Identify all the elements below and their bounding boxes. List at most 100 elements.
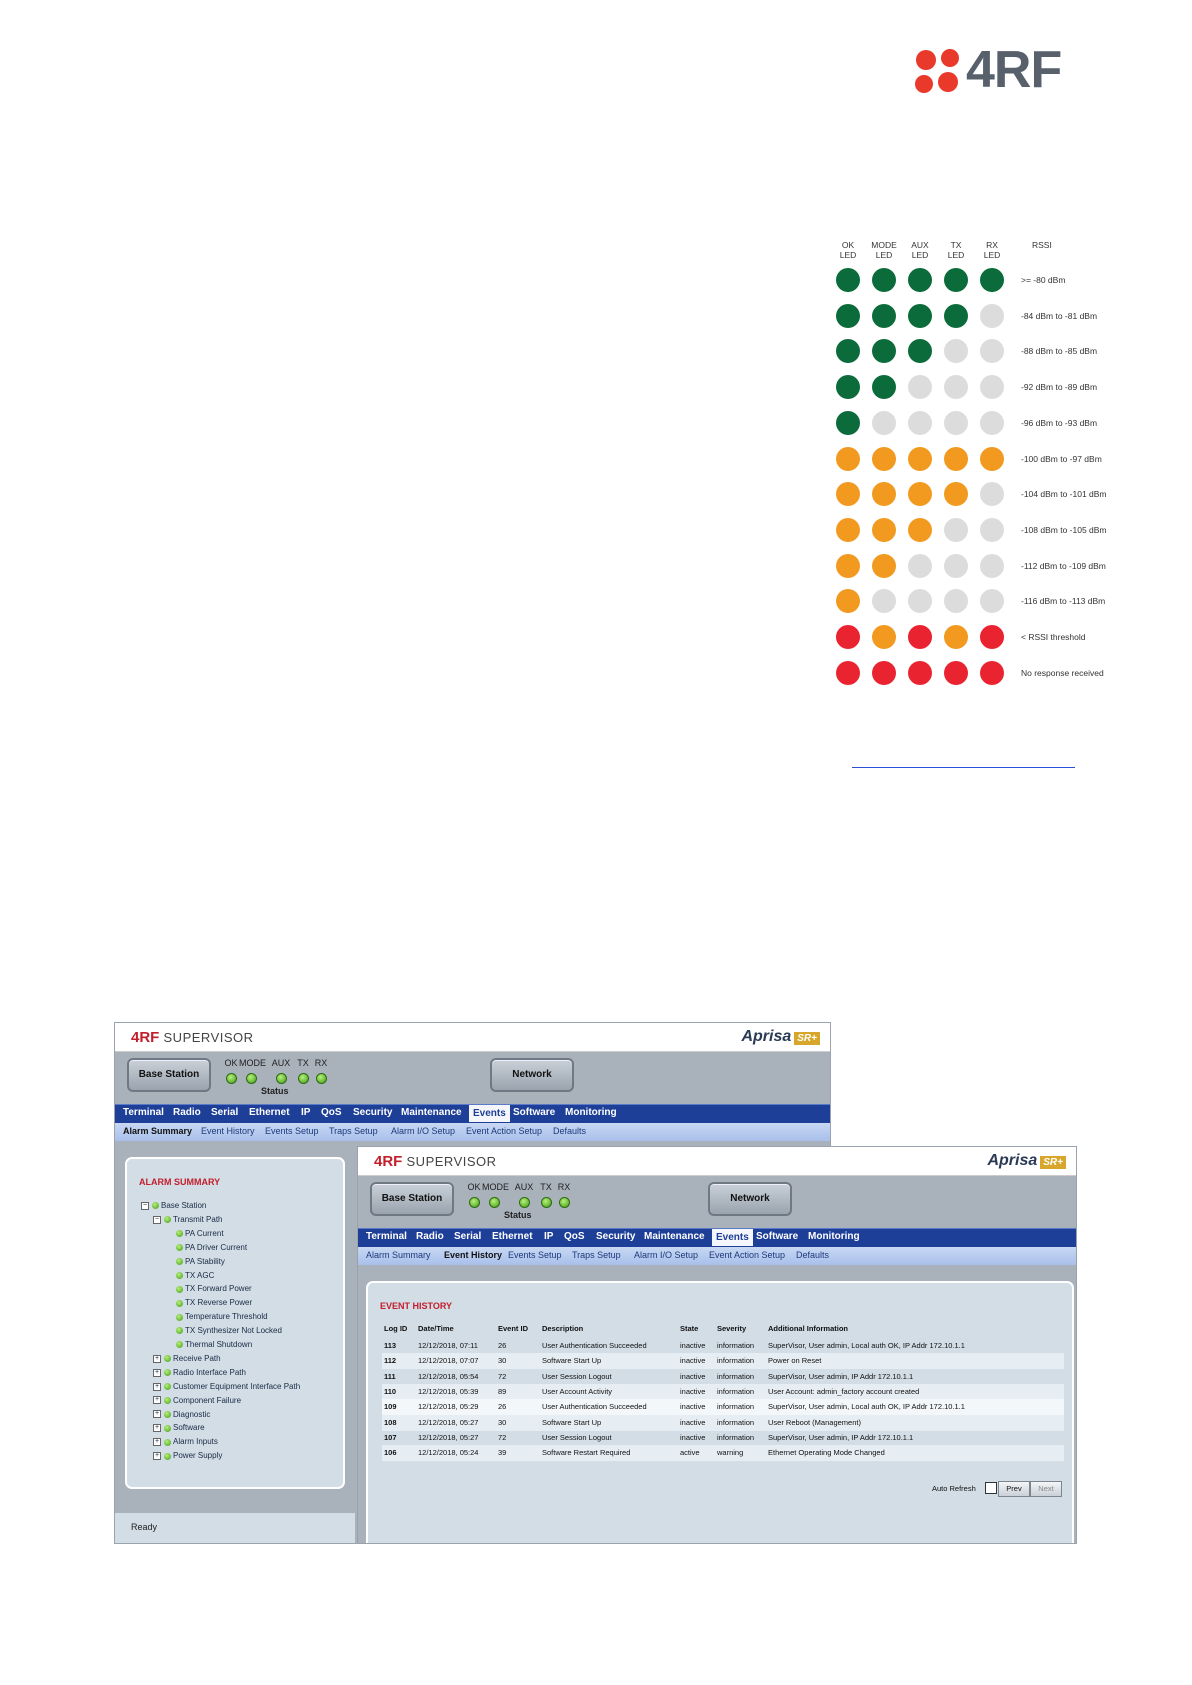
table-row[interactable]: 110 12/12/2018, 05:39 89 User Account Activ… [382,1383,1064,1400]
network-button[interactable]: Network [708,1182,792,1216]
table-row[interactable]: 113 12/12/2018, 07:11 26 User Authenticatio… [382,1338,1064,1354]
tree-node[interactable]: + Alarm Inputs [153,1435,218,1448]
alarm-ok-icon [176,1257,183,1265]
submenu-event-history[interactable]: Event History [201,1126,255,1136]
menu-serial[interactable]: Serial [454,1231,481,1242]
tree-toggle-icon[interactable]: + [153,1410,161,1419]
menu-terminal[interactable]: Terminal [123,1107,164,1118]
cell: SuperVisor, User admin, IP Addr 172.10.1… [768,1371,914,1381]
table-row[interactable]: 108 12/12/2018, 05:27 30 Software Start Up i… [382,1414,1064,1431]
table-row[interactable]: 111 12/12/2018, 05:54 72 User Session Logou… [382,1369,1064,1385]
submenu-alarm-i-o-setup[interactable]: Alarm I/O Setup [391,1126,455,1136]
submenu-alarm-summary[interactable]: Alarm Summary [123,1126,192,1136]
tree-node[interactable]: + Receive Path [153,1352,221,1365]
submenu-event-action-setup[interactable]: Event Action Setup [709,1250,785,1260]
tree-node[interactable]: + Component Failure [153,1394,241,1407]
menu-ethernet[interactable]: Ethernet [249,1107,290,1118]
alarm-ok-icon [176,1230,183,1238]
menu-ip[interactable]: IP [301,1107,310,1118]
tree-node[interactable]: TX Synthesizer Not Locked [165,1324,282,1337]
table-row[interactable]: 106 12/12/2018, 05:24 39 Software Restart R… [382,1445,1064,1462]
menu-qos[interactable]: QoS [564,1231,585,1242]
menu-ip[interactable]: IP [544,1231,553,1242]
menu-maintenance[interactable]: Maintenance [644,1231,705,1242]
base-station-button[interactable]: Base Station [127,1058,211,1092]
tree-node-label: Radio Interface Path [173,1367,246,1377]
tree-node[interactable]: PA Current [165,1227,224,1240]
tree-node-label: Diagnostic [173,1409,211,1419]
tree-node[interactable]: + Diagnostic [153,1408,210,1421]
cell: 12/12/2018, 07:11 [418,1341,478,1350]
submenu-event-action-setup[interactable]: Event Action Setup [466,1126,542,1136]
menu-terminal[interactable]: Terminal [366,1231,407,1242]
menu-monitoring[interactable]: Monitoring [565,1107,617,1118]
event-history-panel: EVENT HISTORY Log ID Date/Time Event ID Des… [366,1281,1074,1543]
tree-toggle-icon[interactable]: − [141,1201,149,1210]
submenu-defaults[interactable]: Defaults [796,1250,829,1260]
menu-monitoring[interactable]: Monitoring [808,1231,860,1242]
led-row: -116 dBm to -113 dBm [832,589,1132,623]
tree-toggle-icon[interactable]: + [153,1368,161,1377]
tree-node[interactable]: − Transmit Path [153,1213,223,1226]
tree-toggle-icon[interactable]: − [153,1215,161,1224]
submenu-traps-setup[interactable]: Traps Setup [572,1250,621,1260]
tree-toggle-icon[interactable]: + [153,1354,161,1363]
rssi-label: < RSSI threshold [1021,632,1086,642]
tree-node[interactable]: − Base Station [141,1199,206,1212]
led-row: -84 dBm to -81 dBm [832,303,1132,338]
cell: Additional Information [768,1324,848,1333]
tree-node[interactable]: Thermal Shutdown [165,1338,252,1351]
table-row[interactable]: 112 12/12/2018, 07:07 30 Software Start Up i… [382,1353,1064,1370]
tree-node-label: Power Supply [173,1451,223,1461]
tree-toggle-icon[interactable]: + [153,1452,161,1461]
submenu-alarm-i-o-setup[interactable]: Alarm I/O Setup [634,1250,698,1260]
submenu-alarm-summary[interactable]: Alarm Summary [366,1250,431,1260]
menu-security[interactable]: Security [596,1231,635,1242]
network-button[interactable]: Network [490,1058,574,1092]
top-bar: Base Station OK MODE AUX TX RX Status Network [115,1052,830,1104]
table-row[interactable]: 107 12/12/2018, 05:27 72 User Session Logou… [382,1430,1064,1446]
submenu-events-setup[interactable]: Events Setup [508,1250,562,1260]
led-orange [944,446,968,471]
hyperlink-underline[interactable] [852,767,1075,768]
menu-maintenance[interactable]: Maintenance [401,1107,462,1118]
tree-node[interactable]: TX Reverse Power [165,1296,252,1309]
submenu-events-setup[interactable]: Events Setup [265,1126,319,1136]
menu-ethernet[interactable]: Ethernet [492,1231,533,1242]
tree-node[interactable]: TX Forward Power [165,1282,252,1295]
tree-node[interactable]: + Radio Interface Path [153,1366,246,1379]
tree-toggle-icon[interactable]: + [153,1396,161,1405]
menu-qos[interactable]: QoS [321,1107,342,1118]
submenu-event-history[interactable]: Event History [444,1250,502,1260]
menu-serial[interactable]: Serial [211,1107,238,1118]
menu-radio[interactable]: Radio [416,1231,444,1242]
led-off [980,410,1004,435]
next-button[interactable]: Next [1030,1481,1062,1497]
menu-software[interactable]: Software [756,1231,798,1242]
menu-events[interactable]: Events [712,1229,753,1246]
led-row: -88 dBm to -85 dBm [832,339,1132,373]
menu-security[interactable]: Security [353,1107,392,1118]
submenu-defaults[interactable]: Defaults [553,1126,586,1136]
submenu-traps-setup[interactable]: Traps Setup [329,1126,378,1136]
tree-toggle-icon[interactable]: + [153,1382,161,1391]
tree-node[interactable]: + Power Supply [153,1449,222,1462]
table-row[interactable]: 109 12/12/2018, 05:29 26 User Authenticatio… [382,1399,1064,1416]
auto-refresh-checkbox[interactable] [985,1482,997,1494]
tree-node[interactable]: + Customer Equipment Interface Path [153,1380,300,1393]
tree-toggle-icon[interactable]: + [153,1438,161,1447]
tree-node[interactable]: PA Driver Current [165,1241,247,1254]
alarm-ok-icon [164,1383,171,1391]
tree-node[interactable]: Temperature Threshold [165,1310,268,1323]
tree-node[interactable]: PA Stability [165,1255,225,1268]
base-station-button[interactable]: Base Station [370,1182,454,1216]
tree-toggle-icon[interactable]: + [153,1424,161,1433]
tree-node[interactable]: + Software [153,1421,205,1434]
menu-software[interactable]: Software [513,1107,555,1118]
cell: 12/12/2018, 05:27 [418,1432,479,1442]
main-menu: Terminal Radio Serial Ethernet IP QoS Security… [358,1228,1076,1247]
menu-events[interactable]: Events [469,1105,510,1122]
tree-node[interactable]: TX AGC [165,1269,214,1282]
menu-radio[interactable]: Radio [173,1107,201,1118]
prev-button[interactable]: Prev [998,1481,1030,1497]
